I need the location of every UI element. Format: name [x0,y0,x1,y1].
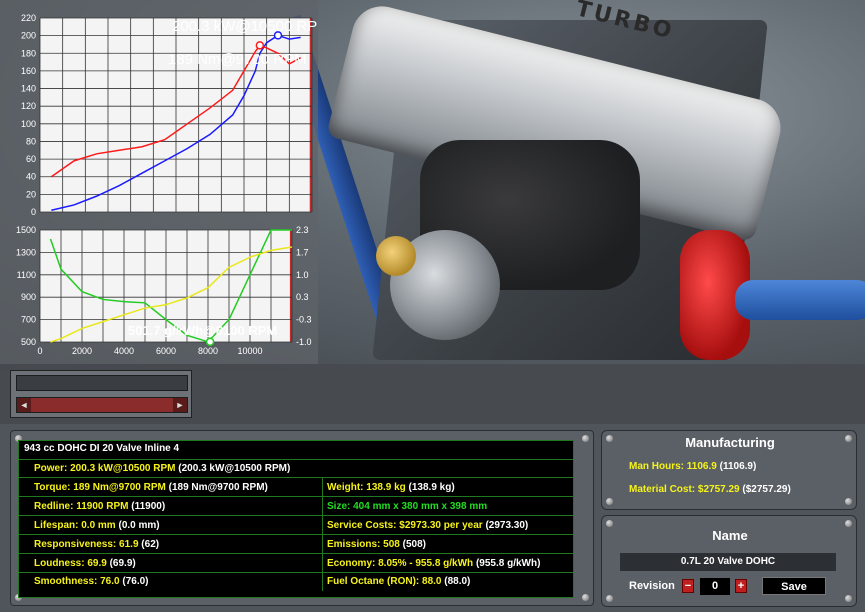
economy-svg: 500 700 900 1100 1300 1500 -1.0 -0.3 0.3 1.0 1.7 2.… [16,225,312,356]
x-tick-label: 6000 [156,346,176,356]
engine-name-field[interactable]: 0.7L 20 Valve DOHC [620,553,836,571]
economy-min-marker [205,337,215,347]
y-tick-label: 1300 [16,247,36,257]
bolt-icon [582,435,589,442]
grid-line [18,534,574,535]
bolt-icon [582,594,589,601]
stat-service: Service Costs: $2973.30 per year (2973.3… [327,520,529,531]
stat-loudness: Loudness: 69.9 (69.9) [34,558,136,569]
scroll-right-arrow[interactable]: ► [173,398,187,412]
y-tick-label: 120 [21,101,36,111]
selector-display [16,375,188,391]
wastegate-actuator [376,236,416,276]
y2-tick-label: 1.0 [296,270,309,280]
stat-economy: Economy: 8.05% - 955.8 g/kWh (955.8 g/kW… [327,558,541,569]
grid-line [18,515,574,516]
x-tick-label: 2000 [72,346,92,356]
y-tick-label: 160 [21,66,36,76]
power-torque-chart: 0 20 40 60 80 100 120 140 160 180 200 220 200.3 kW@1… [0,0,330,222]
stat-lifespan: Lifespan: 0.0 mm (0.0 mm) [34,520,160,531]
bolt-icon [845,595,852,602]
x-tick-label: 4000 [114,346,134,356]
y-tick-label: 140 [21,84,36,94]
y-tick-label: 0 [31,207,36,217]
grid-line [18,477,574,478]
selector-scrollbar[interactable]: ◄ ► [16,397,188,413]
y2-tick-label: 0.3 [296,292,309,302]
bolt-icon [845,520,852,527]
name-title: Name [712,528,748,543]
grid-line [322,477,323,591]
y-tick-label: 80 [26,136,36,146]
stat-emissions: Emissions: 508 (508) [327,539,426,550]
engine-title: 943 cc DOHC DI 20 Valve Inline 4 [24,443,180,454]
torque-peak-label: 189 Nm@9700 RPM [168,51,307,68]
y-tick-label: 20 [26,189,36,199]
y-tick-label: 180 [21,48,36,58]
grid-line [18,496,574,497]
revision-label: Revision [629,580,675,592]
bolt-icon [845,498,852,505]
y-tick-label: 60 [26,154,36,164]
bolt-icon [606,520,613,527]
stat-torque: Torque: 189 Nm@9700 RPM (189 Nm@9700 RPM… [34,482,268,493]
save-button[interactable]: Save [762,577,826,595]
economy-min-label: 501.7 g/kWh@8100 RPM [128,323,277,338]
name-panel: Name 0.7L 20 Valve DOHC Revision − 0 + S… [601,515,857,607]
stat-weight: Weight: 138.9 kg (138.9 kg) [327,482,455,493]
part-selector[interactable]: ◄ ► [10,370,192,418]
x-tick-label: 10000 [237,346,262,356]
revision-increment-button[interactable]: + [735,579,747,593]
intake-pipe [735,280,865,320]
y-tick-label: 900 [21,292,36,302]
economy-chart: 500 700 900 1100 1300 1500 -1.0 -0.3 0.3 1.0 1.7 2.… [0,222,318,364]
stat-power: Power: 200.3 kW@10500 RPM (200.3 kW@1050… [34,463,291,474]
revision-decrement-button[interactable]: − [682,579,694,593]
power-torque-svg: 0 20 40 60 80 100 120 140 160 180 200 220 200.3 kW@1… [21,13,330,217]
torque-peak-marker [255,41,265,50]
power-peak-label: 200.3 kW@10500 RPM [172,18,318,35]
stat-redline: Redline: 11900 RPM (11900) [34,501,166,512]
y2-tick-label: 2.3 [296,225,309,235]
stat-fuel-octane: Fuel Octane (RON): 88.0 (88.0) [327,576,471,587]
y-tick-label: 220 [21,13,36,23]
y2-tick-label: -0.3 [296,315,312,325]
x-tick-label: 0 [37,346,42,356]
y-tick-label: 1500 [16,225,36,235]
y-tick-label: 500 [21,337,36,347]
manufacturing-title: Manufacturing [685,435,775,450]
manufacturing-panel: Manufacturing Man Hours: 1106.9 (1106.9)… [601,430,857,510]
y2-tick-label: 1.7 [296,247,309,257]
revision-value: 0 [700,578,730,595]
stat-responsiveness: Responsiveness: 61.9 (62) [34,539,160,550]
stat-smoothness: Smoothness: 76.0 (76.0) [34,576,149,587]
y-tick-label: 700 [21,315,36,325]
grid-line [18,553,574,554]
scroll-left-arrow[interactable]: ◄ [17,398,31,412]
x-tick-label: 8000 [198,346,218,356]
y-tick-label: 40 [26,172,36,182]
stat-man-hours: Man Hours: 1106.9 (1106.9) [629,461,757,472]
y-tick-label: 100 [21,119,36,129]
y-tick-label: 1100 [17,270,36,280]
y2-tick-label: -1.0 [296,337,312,347]
y-tick-label: 200 [21,31,36,41]
stat-material-cost: Material Cost: $2757.29 ($2757.29) [629,484,791,495]
stat-size: Size: 404 mm x 380 mm x 398 mm [327,501,488,512]
bolt-icon [606,498,613,505]
bolt-icon [606,595,613,602]
